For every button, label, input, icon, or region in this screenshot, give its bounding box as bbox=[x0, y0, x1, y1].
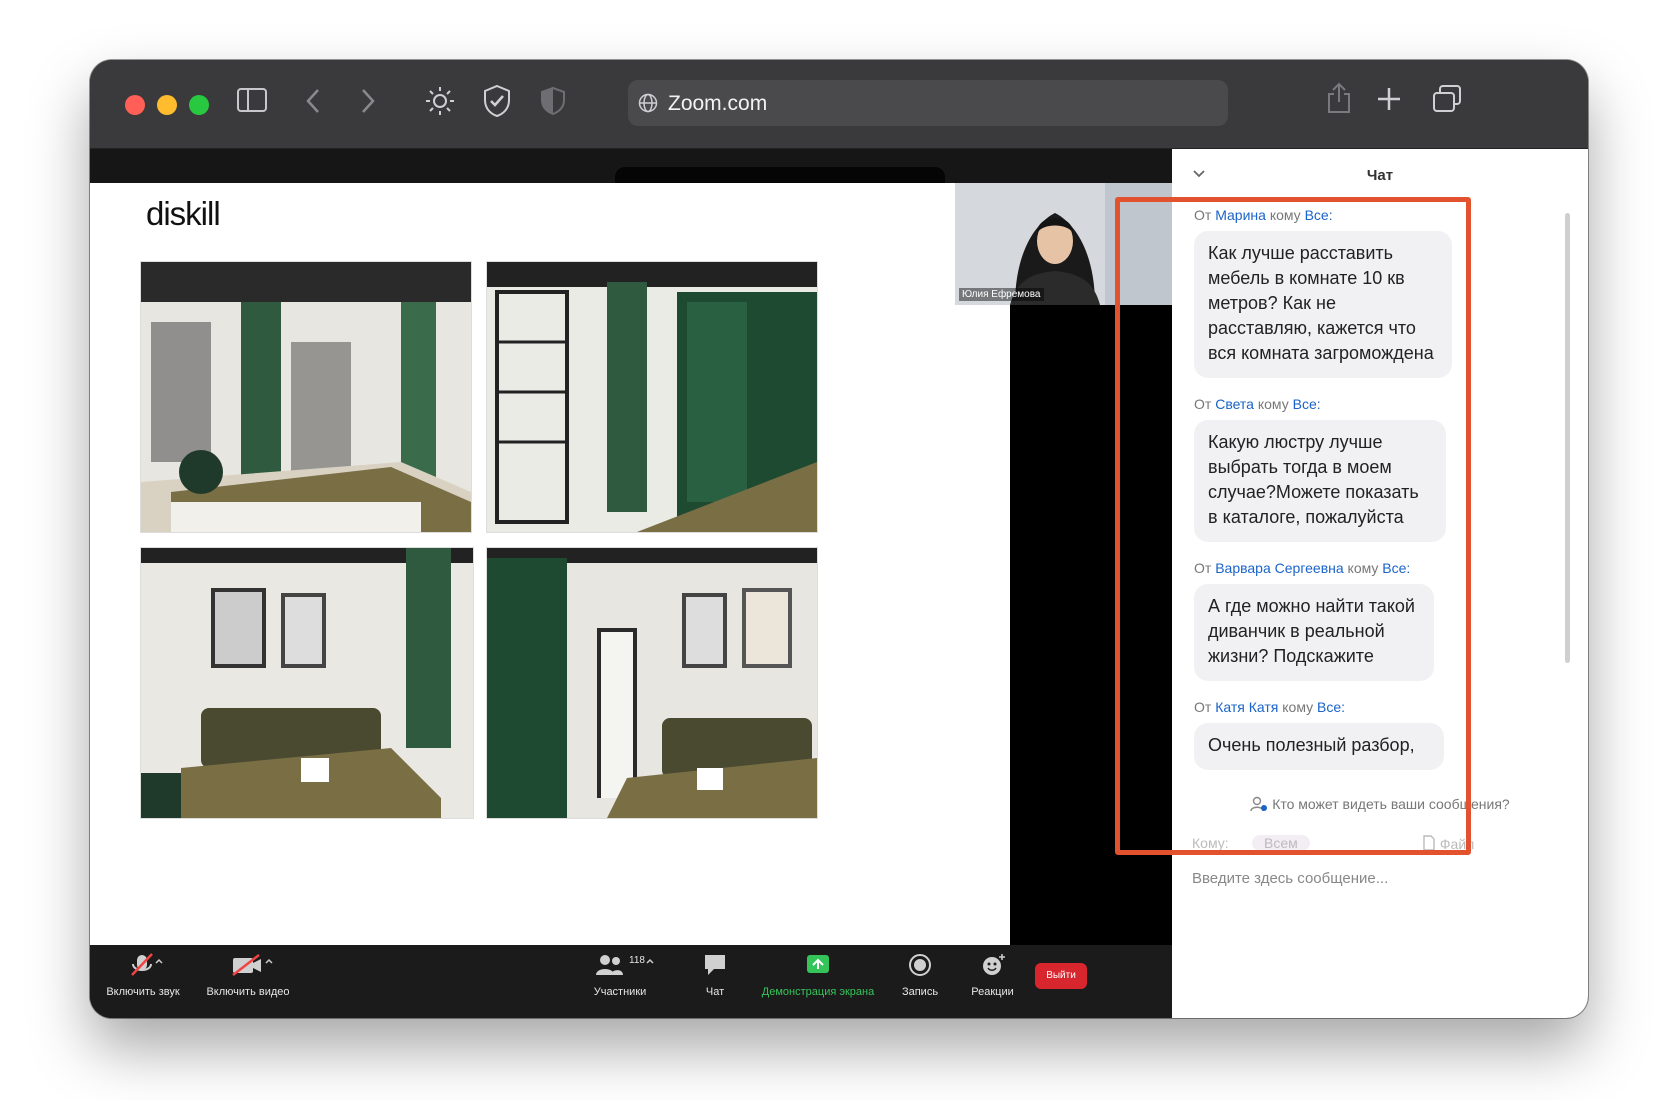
browser-toolbar: Zoom.com bbox=[90, 60, 1588, 149]
shared-screen-slide: diskill bbox=[90, 183, 1010, 945]
participants-button[interactable]: 118 Участники bbox=[585, 953, 655, 998]
globe-icon bbox=[638, 93, 658, 113]
share-screen-button[interactable]: Демонстрация экрана bbox=[755, 953, 881, 998]
new-tab-icon[interactable] bbox=[1377, 87, 1401, 111]
interior-photo-3 bbox=[140, 547, 474, 819]
chat-icon bbox=[705, 955, 725, 975]
record-button[interactable]: Запись bbox=[895, 953, 945, 998]
shield-icon[interactable] bbox=[482, 84, 512, 118]
privacy-shield-icon[interactable] bbox=[540, 86, 566, 116]
zoom-meeting-area: diskill Юлия Ефремова Включить звук Вклю… bbox=[90, 149, 1172, 1018]
back-icon[interactable] bbox=[305, 88, 321, 114]
brand-logo: diskill bbox=[146, 195, 221, 232]
highlight-annotation-box bbox=[1115, 197, 1471, 855]
unmute-button[interactable]: Включить звук bbox=[98, 953, 188, 998]
zoom-window-button[interactable] bbox=[189, 95, 209, 115]
brightness-icon[interactable] bbox=[425, 86, 455, 116]
chat-scrollbar[interactable] bbox=[1565, 213, 1570, 663]
meeting-controls: Включить звук Включить видео 118 Участни… bbox=[90, 945, 1172, 1018]
page-content: diskill Юлия Ефремова Включить звук Вклю… bbox=[90, 149, 1588, 1018]
share-screen-icon bbox=[807, 955, 829, 973]
participant-name-label: Юлия Ефремова bbox=[959, 288, 1044, 301]
interior-photo-4 bbox=[486, 547, 818, 819]
interior-photo-2 bbox=[486, 261, 818, 533]
chat-title: Чат bbox=[1366, 167, 1394, 184]
share-icon[interactable] bbox=[1326, 82, 1352, 114]
mic-muted-icon bbox=[131, 953, 163, 976]
minimize-window-button[interactable] bbox=[157, 95, 177, 115]
record-icon bbox=[909, 954, 931, 976]
tabs-overview-icon[interactable] bbox=[1432, 85, 1462, 113]
view-options-tab[interactable] bbox=[615, 167, 945, 183]
close-window-button[interactable] bbox=[125, 95, 145, 115]
camera-off-icon bbox=[232, 954, 273, 976]
url-text: Zoom.com bbox=[668, 92, 768, 115]
chat-button[interactable]: Чат bbox=[695, 953, 735, 998]
address-bar[interactable]: Zoom.com bbox=[628, 80, 1228, 126]
chat-message-input[interactable]: Введите здесь сообщение... bbox=[1192, 870, 1388, 887]
start-video-button[interactable]: Включить видео bbox=[198, 953, 298, 998]
leave-meeting-button[interactable]: Выйти bbox=[1035, 963, 1087, 989]
sidebar-icon[interactable] bbox=[237, 88, 267, 114]
participants-count: 118 bbox=[629, 955, 645, 966]
browser-window: Zoom.com diskill Юлия Ефремова Включить … bbox=[90, 60, 1588, 1018]
interior-photo-1 bbox=[140, 261, 472, 533]
forward-icon[interactable] bbox=[360, 88, 376, 114]
reactions-icon bbox=[982, 954, 1005, 975]
reactions-button[interactable]: Реакции bbox=[965, 953, 1020, 998]
